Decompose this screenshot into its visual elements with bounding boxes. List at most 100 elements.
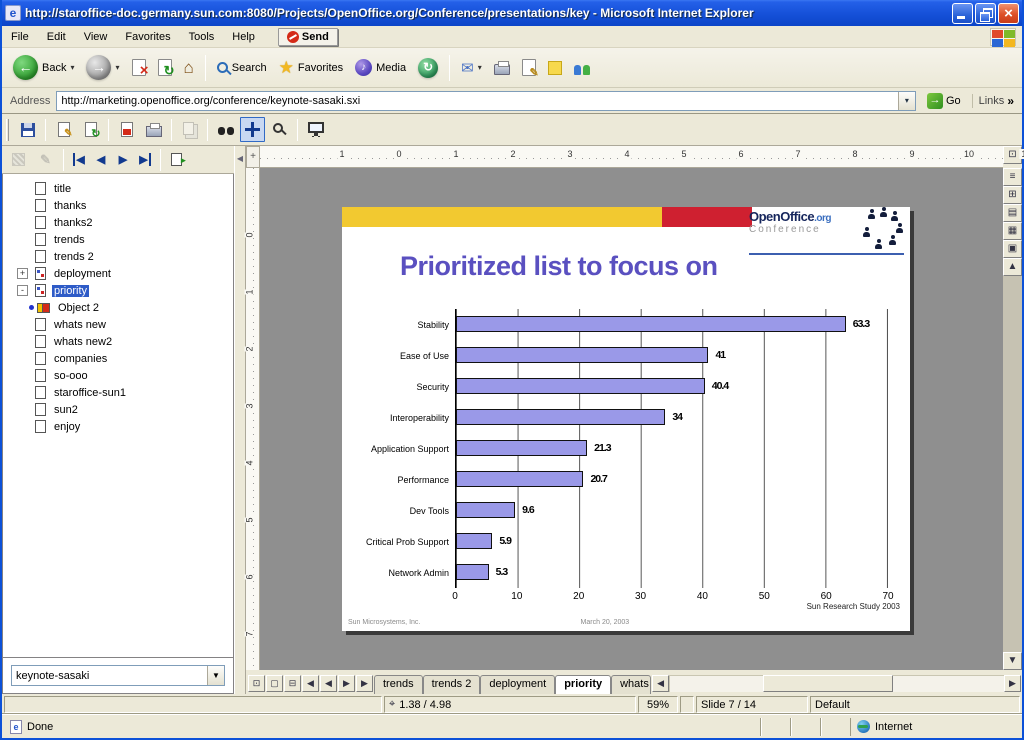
menu-view[interactable]: View (75, 28, 117, 46)
tree-item-object-2[interactable]: Object 2 (3, 299, 233, 316)
send-button[interactable]: Send (278, 28, 338, 46)
hscroll-thumb[interactable] (763, 675, 894, 692)
find-button[interactable] (213, 117, 238, 142)
links-menu[interactable]: Links » (972, 94, 1020, 108)
tree-item-sun2[interactable]: sun2 (3, 401, 233, 418)
history-button[interactable]: ↻ (413, 56, 443, 80)
panel-splitter[interactable]: ◀ (234, 146, 246, 694)
tab-trends-2[interactable]: trends 2 (423, 675, 481, 694)
next-slide-button[interactable]: ▶ (113, 150, 133, 170)
stop-button[interactable] (127, 57, 151, 78)
combo-dropdown-icon[interactable]: ▼ (207, 666, 224, 685)
tree-item-thanks2[interactable]: thanks2 (3, 214, 233, 231)
mail-dropdown[interactable]: ▾ (478, 63, 482, 72)
tree-item-trends[interactable]: trends (3, 231, 233, 248)
edit-button[interactable] (517, 57, 541, 78)
restore-button[interactable] (975, 3, 996, 24)
previous-tab-button[interactable]: ◀ (320, 675, 337, 692)
scroll-left-button[interactable]: ◀ (652, 675, 669, 692)
hscroll-track[interactable] (669, 675, 1004, 692)
document-combo[interactable]: keynote-sasaki ▼ (11, 665, 225, 686)
notes-view-button[interactable]: ▤ (1003, 204, 1022, 222)
vertical-scrollbar[interactable] (1003, 276, 1022, 652)
tree-item-title[interactable]: title (3, 180, 233, 197)
messenger-button[interactable] (569, 59, 595, 77)
document-canvas[interactable]: OpenOffice.org Conference Prioritized li… (260, 168, 1003, 670)
previous-slide-button[interactable]: ◀ (91, 150, 111, 170)
navigator-button[interactable] (240, 117, 265, 142)
tab-priority[interactable]: priority (555, 675, 611, 694)
home-button[interactable]: ⌂ (179, 56, 199, 80)
vertical-ruler[interactable]: 01234567 (246, 168, 260, 670)
tree-item-staroffice-sun1[interactable]: staroffice-sun1 (3, 384, 233, 401)
tree-item-deployment[interactable]: +deployment (3, 265, 233, 282)
reload-button[interactable] (78, 117, 103, 142)
tab-trends[interactable]: trends (374, 675, 423, 694)
scroll-down-button[interactable]: ▼ (1003, 652, 1022, 670)
tab-whats[interactable]: whats (611, 675, 651, 694)
scroll-up-button[interactable]: ▲ (1003, 258, 1022, 276)
close-button[interactable] (998, 3, 1019, 24)
copy-button[interactable] (177, 117, 202, 142)
master-view-button[interactable]: ▢ (266, 675, 283, 692)
layer-view-button[interactable]: ⊟ (284, 675, 301, 692)
tree-item-companies[interactable]: companies (3, 350, 233, 367)
normal-view-button[interactable]: ⊡ (248, 675, 265, 692)
refresh-button[interactable] (153, 57, 177, 78)
address-url[interactable]: http://marketing.openoffice.org/conferen… (57, 95, 898, 107)
horizontal-scrollbar[interactable]: ◀ ▶ (652, 675, 1021, 692)
tab-deployment[interactable]: deployment (480, 675, 555, 694)
scroll-right-button[interactable]: ▶ (1004, 675, 1021, 692)
address-bar: Address http://marketing.openoffice.org/… (2, 88, 1022, 114)
print-button[interactable] (489, 58, 515, 77)
forward-button[interactable]: → ▾ (81, 53, 124, 82)
tree-item-whats-new[interactable]: whats new (3, 316, 233, 333)
menu-tools[interactable]: Tools (180, 28, 224, 46)
last-slide-button[interactable]: ▶ (135, 150, 155, 170)
ruler-number: 5 (245, 517, 255, 522)
first-tab-button[interactable]: ◀ (302, 675, 319, 692)
tree-item-thanks[interactable]: thanks (3, 197, 233, 214)
search-button[interactable]: Search (212, 60, 272, 76)
tree-item-whats-new2[interactable]: whats new2 (3, 333, 233, 350)
print-button[interactable] (141, 117, 166, 142)
presentation-button[interactable] (303, 117, 328, 142)
menu-file[interactable]: File (2, 28, 38, 46)
zoom-button[interactable] (267, 117, 292, 142)
slides-view-button[interactable]: ⊞ (1003, 186, 1022, 204)
media-button[interactable]: ♪ Media (350, 57, 411, 78)
forward-dropdown[interactable]: ▾ (115, 63, 119, 72)
go-button[interactable]: → Go (922, 92, 966, 110)
status-zoom-pane[interactable]: 59% (638, 696, 678, 713)
tree-expander-icon[interactable]: + (17, 268, 28, 279)
menu-help[interactable]: Help (223, 28, 264, 46)
tree-expander-icon[interactable]: - (17, 285, 28, 296)
tree-item-enjoy[interactable]: enjoy (3, 418, 233, 435)
save-button[interactable] (15, 117, 40, 142)
export-pdf-button[interactable] (114, 117, 139, 142)
slide[interactable]: OpenOffice.org Conference Prioritized li… (342, 207, 910, 631)
horizontal-ruler[interactable]: 101234567891011 (260, 146, 1003, 168)
menu-favorites[interactable]: Favorites (116, 28, 179, 46)
handout-view-button[interactable]: ▦ (1003, 222, 1022, 240)
tree-item-trends-2[interactable]: trends 2 (3, 248, 233, 265)
tree-item-so-ooo[interactable]: so-ooo (3, 367, 233, 384)
first-slide-button[interactable]: ◀ (69, 150, 89, 170)
last-tab-button[interactable]: ▶ (356, 675, 373, 692)
edit-document-button[interactable] (51, 117, 76, 142)
favorites-button[interactable]: ★ Favorites (274, 56, 349, 80)
address-dropdown[interactable]: ▾ (898, 92, 915, 110)
address-input[interactable]: http://marketing.openoffice.org/conferen… (56, 91, 916, 111)
discuss-button[interactable] (543, 59, 567, 77)
next-tab-button[interactable]: ▶ (338, 675, 355, 692)
back-button[interactable]: ← Back ▾ (8, 53, 79, 82)
menu-edit[interactable]: Edit (38, 28, 75, 46)
outline-view-button[interactable]: ≡ (1003, 168, 1022, 186)
mail-button[interactable]: ✉ ▾ (456, 57, 487, 79)
minimize-button[interactable] (952, 3, 973, 24)
start-presentation-button[interactable]: ▣ (1003, 240, 1022, 258)
go-to-page-button[interactable] (166, 150, 186, 170)
tree-item-priority[interactable]: -priority (3, 282, 233, 299)
back-dropdown[interactable]: ▾ (70, 63, 74, 72)
ruler-origin-button[interactable]: + (246, 146, 260, 168)
